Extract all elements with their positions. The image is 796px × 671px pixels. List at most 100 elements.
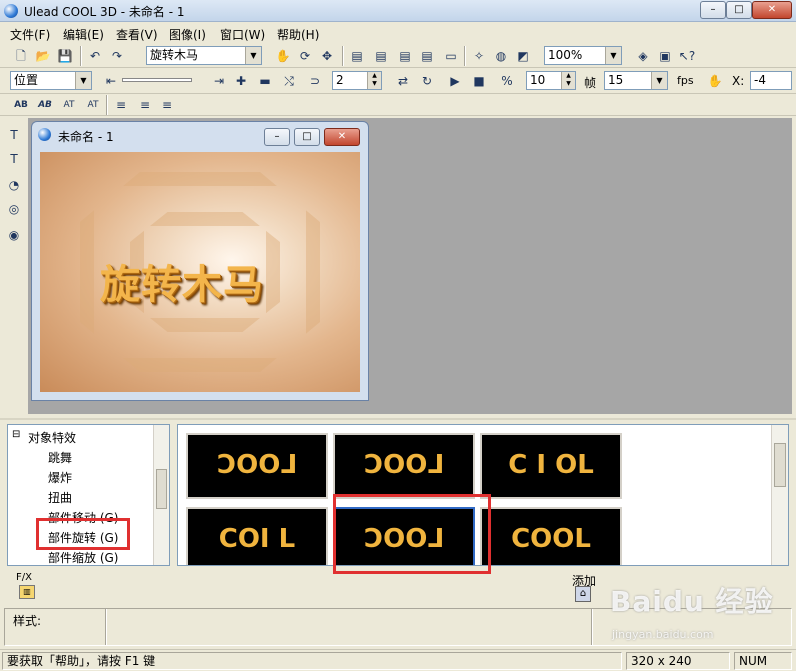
thumbnail-scrollbar[interactable] bbox=[771, 425, 788, 565]
tree-item-part-scale[interactable]: 部件缩放 (G) bbox=[48, 549, 118, 565]
doc-maximize-button[interactable]: □ bbox=[294, 128, 320, 146]
chevron-down-icon[interactable]: ▼ bbox=[651, 72, 667, 89]
layer-up-icon[interactable]: ▤ bbox=[372, 47, 390, 65]
layer-down-icon[interactable]: ▤ bbox=[396, 47, 414, 65]
menu-image[interactable]: 图像(I) bbox=[169, 26, 206, 43]
insert-text-icon[interactable]: T bbox=[5, 126, 23, 144]
menu-file[interactable]: 文件(F) bbox=[10, 26, 50, 43]
last-frame-icon[interactable]: ⇥ bbox=[210, 72, 228, 90]
redo-icon[interactable]: ↷ bbox=[108, 47, 126, 65]
edit-shape-icon[interactable]: ◎ bbox=[5, 200, 23, 218]
remove-keyframe-icon[interactable]: ▬ bbox=[256, 72, 274, 90]
tree-item-dance[interactable]: 跳舞 bbox=[48, 449, 72, 466]
status-help-text: 要获取「帮助」，请按 F1 键 bbox=[2, 652, 622, 670]
first-frame-icon[interactable]: ⇤ bbox=[102, 72, 120, 90]
doc-close-button[interactable]: ✕ bbox=[324, 128, 360, 146]
minimize-button[interactable]: – bbox=[700, 1, 726, 19]
canvas-3d-text[interactable]: 旋转木马 bbox=[100, 252, 264, 310]
attribute-combo[interactable]: 位置 ▼ bbox=[10, 71, 92, 90]
doc-minimize-button[interactable]: – bbox=[264, 128, 290, 146]
undo-icon[interactable]: ↶ bbox=[86, 47, 104, 65]
status-num-lock: NUM bbox=[734, 652, 792, 670]
layer-front-icon[interactable]: ▤ bbox=[348, 47, 366, 65]
layer-flat-icon[interactable]: ▭ bbox=[442, 47, 460, 65]
menu-view[interactable]: 查看(V) bbox=[116, 26, 158, 43]
timeline-slider[interactable] bbox=[122, 78, 192, 82]
align-right-icon[interactable]: ≡ bbox=[158, 96, 176, 114]
chevron-down-icon[interactable]: ▼ bbox=[245, 47, 261, 64]
tree-item-explode[interactable]: 爆炸 bbox=[48, 469, 72, 486]
menu-help[interactable]: 帮助(H) bbox=[277, 26, 319, 43]
edit-text-icon[interactable]: T bbox=[5, 150, 23, 168]
char-spacing-icon[interactable]: AT bbox=[60, 96, 78, 114]
save-icon[interactable]: 💾 bbox=[56, 47, 74, 65]
style-label: 样式: bbox=[13, 614, 42, 628]
new-file-icon[interactable]: 🗋 bbox=[12, 47, 30, 65]
text-object-value: 旋转木马 bbox=[150, 48, 199, 62]
text-object-combo[interactable]: 旋转木马 ▼ bbox=[146, 46, 262, 65]
open-file-icon[interactable]: 📂 bbox=[34, 47, 52, 65]
object-manager-icon[interactable]: ◈ bbox=[634, 47, 652, 65]
tree-item-twist[interactable]: 扭曲 bbox=[48, 489, 72, 506]
maximize-button[interactable]: □ bbox=[726, 1, 752, 19]
move-tool-icon[interactable]: ✥ bbox=[318, 47, 336, 65]
fx-icon[interactable]: ▥ bbox=[19, 585, 35, 599]
effect-thumbnail[interactable]: C I OL bbox=[480, 433, 622, 499]
globe-icon[interactable]: ◍ bbox=[492, 47, 510, 65]
percent-icon[interactable]: % bbox=[498, 72, 516, 90]
attribute-value: 位置 bbox=[14, 73, 39, 87]
effect-thumbnail[interactable]: ƆOO⅃ bbox=[186, 433, 328, 499]
x-position-value: -4 bbox=[754, 73, 766, 87]
layer-back-icon[interactable]: ▤ bbox=[418, 47, 436, 65]
thumbnail-scroll-thumb[interactable] bbox=[774, 443, 786, 487]
light-icon[interactable]: ✧ bbox=[470, 47, 488, 65]
x-position-input[interactable]: -4 bbox=[750, 71, 792, 90]
move-keyframe-icon[interactable]: ⤭ bbox=[280, 72, 298, 90]
text-toolbar: AB AB AT AT ≡ ≡ ≡ bbox=[0, 94, 796, 116]
effect-thumbnail[interactable]: COOL bbox=[480, 507, 622, 565]
insert-shape-icon[interactable]: ◔ bbox=[5, 176, 23, 194]
add-icon[interactable]: ⌂ bbox=[575, 586, 591, 602]
bold-text-icon[interactable]: AB bbox=[12, 96, 30, 114]
status-canvas-size: 320 x 240 bbox=[626, 652, 730, 670]
refresh-icon[interactable]: ↻ bbox=[418, 72, 436, 90]
render-canvas[interactable]: 旋转木马 bbox=[40, 152, 360, 392]
hand-icon[interactable]: ✋ bbox=[274, 47, 292, 65]
spin-arrows-icon[interactable]: ▲ ▼ bbox=[367, 72, 381, 89]
loop-icon[interactable]: ⇄ bbox=[394, 72, 412, 90]
zoom-combo[interactable]: 100% ▼ bbox=[544, 46, 622, 65]
chart-icon[interactable]: ◩ bbox=[514, 47, 532, 65]
tree-scroll-thumb[interactable] bbox=[156, 469, 167, 509]
close-button[interactable]: ✕ bbox=[752, 1, 792, 19]
context-help-icon[interactable]: ↖? bbox=[678, 47, 696, 65]
keyframe-value-spinner[interactable]: 2 ▲ ▼ bbox=[332, 71, 382, 90]
align-left-icon[interactable]: ≡ bbox=[112, 96, 130, 114]
tree-collapse-icon[interactable]: ⊟ bbox=[12, 429, 20, 440]
tree-scrollbar[interactable] bbox=[153, 425, 169, 565]
spin-arrows-icon[interactable]: ▲ ▼ bbox=[561, 72, 575, 89]
fps-combo[interactable]: 15 ▼ bbox=[604, 71, 668, 90]
insert-geometry-icon[interactable]: ◉ bbox=[5, 226, 23, 244]
line-spacing-icon[interactable]: AT bbox=[84, 96, 102, 114]
document-window: 未命名 - 1 – □ ✕ 旋转木马 bbox=[31, 121, 369, 401]
align-center-icon[interactable]: ≡ bbox=[136, 96, 154, 114]
fps-label: fps bbox=[677, 74, 694, 87]
menu-window[interactable]: 窗口(W) bbox=[220, 26, 265, 43]
tree-root[interactable]: 对象特效 bbox=[28, 429, 76, 446]
highlight-box-thumbnail bbox=[333, 494, 491, 574]
stop-icon[interactable]: ■ bbox=[470, 72, 488, 90]
frame-count-spinner[interactable]: 10 ▲ ▼ bbox=[526, 71, 576, 90]
chevron-down-icon[interactable]: ▼ bbox=[75, 72, 91, 89]
chevron-down-icon[interactable]: ▼ bbox=[605, 47, 621, 64]
hand-icon[interactable]: ✋ bbox=[706, 72, 724, 90]
reverse-icon[interactable]: ⊃ bbox=[306, 72, 324, 90]
render-icon[interactable]: ▣ bbox=[656, 47, 674, 65]
play-icon[interactable]: ▶ bbox=[446, 72, 464, 90]
rotate-tool-icon[interactable]: ⟳ bbox=[296, 47, 314, 65]
italic-text-icon[interactable]: AB bbox=[36, 96, 54, 114]
document-icon bbox=[38, 128, 51, 141]
add-keyframe-icon[interactable]: ✚ bbox=[232, 72, 250, 90]
effect-thumbnail[interactable]: COI L bbox=[186, 507, 328, 565]
effect-thumbnail[interactable]: ƆOO⅃ bbox=[333, 433, 475, 499]
menu-edit[interactable]: 编辑(E) bbox=[63, 26, 104, 43]
